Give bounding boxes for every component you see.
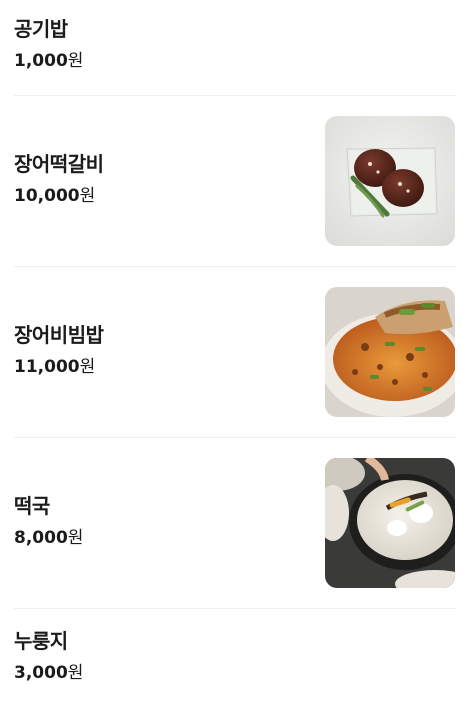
grilled-eel-patties-photo[interactable] <box>325 116 455 246</box>
eel-bibimbap-photo[interactable] <box>325 287 455 417</box>
menu-item-nurungji[interactable]: 누룽지 3,000원 <box>14 628 456 684</box>
menu-list: 공기밥 1,000원 장어떡갈비 10,000원 장어비빔밥 11,000원 떡… <box>0 0 472 704</box>
menu-item-price: 3,000원 <box>14 663 84 683</box>
menu-item-price: 1,000원 <box>14 51 84 71</box>
divider <box>14 266 456 267</box>
rice-cake-soup-photo[interactable] <box>325 458 455 588</box>
divider <box>14 437 456 438</box>
menu-item-gongibap[interactable]: 공기밥 1,000원 <box>14 16 456 72</box>
divider <box>14 608 456 609</box>
divider <box>14 95 456 96</box>
menu-item-name: 누룽지 <box>14 629 68 653</box>
menu-item-name: 공기밥 <box>14 17 68 41</box>
